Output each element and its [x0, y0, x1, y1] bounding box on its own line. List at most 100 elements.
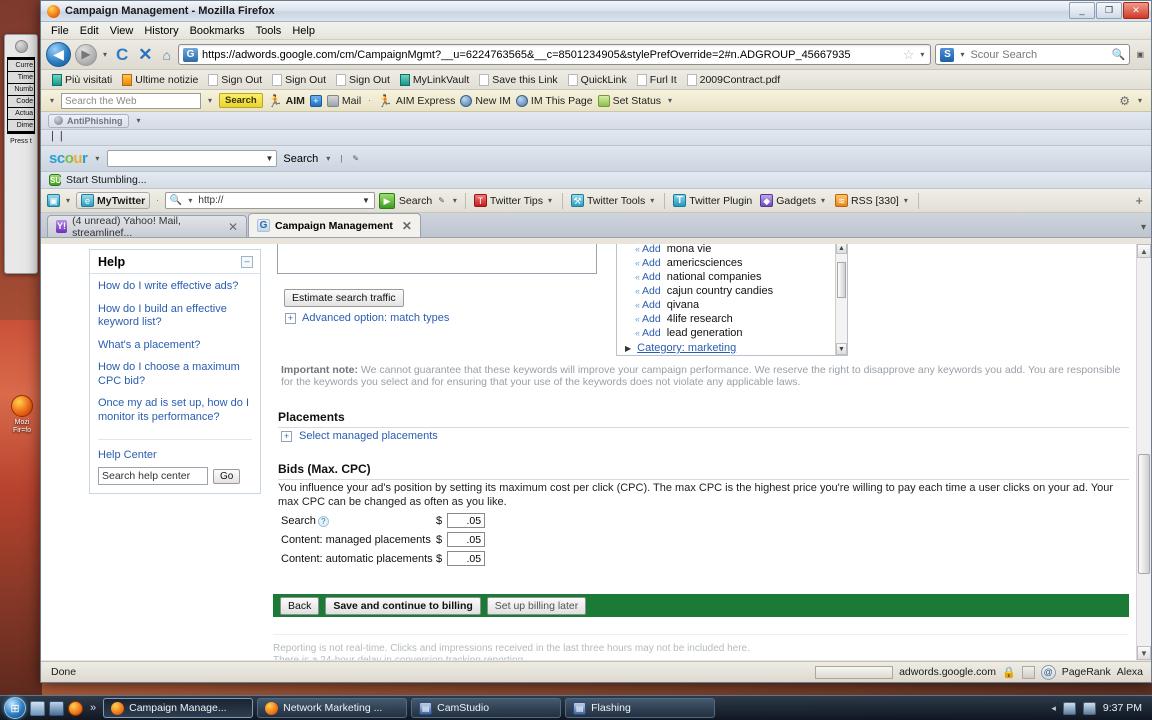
media-player-icon[interactable]	[49, 700, 64, 716]
chevron-down-icon[interactable]: ▾	[95, 154, 99, 163]
reload-icon[interactable]: C	[113, 45, 131, 65]
twitter-url-input[interactable]: 🔍 ▾ http:// ▼	[164, 192, 375, 209]
suggestion-row[interactable]: «Add national companies	[617, 270, 847, 284]
alexa-label[interactable]: Alexa	[1117, 666, 1143, 678]
pencil-icon[interactable]: ✎	[352, 154, 359, 163]
bookmark-item[interactable]: Sign Out	[204, 73, 266, 87]
twitter-tips-item[interactable]: T Twitter Tips ▾	[472, 194, 556, 207]
scroll-down-icon[interactable]: ▼	[1137, 646, 1151, 660]
maximize-button[interactable]: ❐	[1096, 2, 1122, 19]
search-icon[interactable]: 🔍	[1112, 48, 1126, 61]
scroll-up-icon[interactable]: ▲	[836, 244, 847, 254]
chevron-down-icon[interactable]: ▾	[103, 50, 107, 59]
aim-express-item[interactable]: 🏃 AIM Express	[378, 94, 455, 108]
aim-brand[interactable]: 🏃 AIM	[268, 94, 305, 108]
bookmark-item[interactable]: Più visitati	[48, 73, 116, 87]
gear-icon[interactable]: ⚙	[1119, 94, 1130, 108]
twitter-go-button[interactable]: ▶	[378, 192, 395, 209]
search-bar[interactable]: S ▾ Scour Search 🔍	[935, 44, 1131, 65]
chevron-down-icon[interactable]: ▼	[362, 196, 370, 205]
help-go-button[interactable]: Go	[213, 468, 241, 484]
menu-bookmarks[interactable]: Bookmarks	[190, 25, 245, 37]
clock[interactable]: 9:37 PM	[1103, 702, 1142, 714]
scour-search-label[interactable]: Search	[283, 153, 318, 165]
bid-input-search[interactable]	[447, 513, 486, 528]
aim-im-this-page-item[interactable]: IM This Page	[515, 94, 593, 107]
suggestions-scrollbar[interactable]: ▲ ▼	[835, 244, 847, 355]
chevron-down-icon[interactable]: ▾	[137, 116, 141, 125]
suggestion-row[interactable]: «Add americsciences	[617, 256, 847, 270]
menu-history[interactable]: History	[144, 25, 178, 37]
bookmark-item[interactable]: Save this Link	[475, 73, 561, 87]
aim-new-im-item[interactable]: New IM	[460, 94, 511, 107]
firefox-extension-icon[interactable]: ▣	[1136, 50, 1144, 59]
aim-search-button[interactable]: Search	[219, 93, 263, 108]
suggestion-category-row[interactable]: ▶ Category: marketing	[617, 340, 847, 355]
menu-file[interactable]: File	[51, 25, 69, 37]
close-icon[interactable]: ✕	[228, 220, 238, 234]
close-button[interactable]: ✕	[1123, 2, 1149, 19]
chevron-down-icon[interactable]: ▾	[208, 96, 212, 105]
save-and-continue-button[interactable]: Save and continue to billing	[325, 596, 481, 615]
scour-logo[interactable]: scour	[49, 150, 88, 167]
chevron-down-icon[interactable]: ▾	[1138, 96, 1142, 105]
bid-input-managed-placements[interactable]	[447, 532, 486, 547]
add-keyword-link[interactable]: «Add	[635, 313, 661, 325]
desktop-firefox-shortcut[interactable]: Mozi Fir=fo	[6, 395, 38, 435]
select-managed-placements-link[interactable]: Select managed placements	[299, 430, 438, 442]
suggestion-row[interactable]: «Add 4life research	[617, 312, 847, 326]
scour-select[interactable]: ▼	[107, 150, 278, 167]
advanced-option-row[interactable]: + Advanced option: match types	[285, 312, 449, 324]
bookmark-item[interactable]: Ultime notizie	[118, 73, 202, 87]
taskbar-button-camstudio[interactable]: ▤ CamStudio	[411, 698, 562, 718]
tray-chevron-icon[interactable]: ◂	[1051, 703, 1056, 714]
set-up-billing-later-button[interactable]: Set up billing later	[486, 596, 587, 615]
help-link[interactable]: How do I build an effective keyword list…	[98, 303, 252, 330]
tray-icon[interactable]	[1062, 701, 1076, 715]
stop-icon[interactable]: ✕	[135, 45, 155, 65]
pencil-icon[interactable]: ✎	[438, 196, 445, 205]
add-keyword-link[interactable]: «Add	[635, 257, 661, 269]
add-keyword-link[interactable]: «Add	[635, 299, 661, 311]
plus-icon[interactable]: +	[309, 94, 322, 107]
bookmark-item[interactable]: Sign Out	[268, 73, 330, 87]
desktop-gadget[interactable]: Curre Time Numb Code Actua Dime Press t	[4, 34, 38, 274]
start-button[interactable]: ⊞	[4, 697, 26, 719]
help-link[interactable]: How do I write effective ads?	[98, 280, 252, 294]
bookmark-item[interactable]: 2009Contract.pdf	[683, 73, 785, 87]
taskbar-button-campaign-management[interactable]: Campaign Manage...	[103, 698, 254, 718]
add-toolbar-button[interactable]: +	[1135, 193, 1151, 208]
bookmark-item[interactable]: Furl It	[633, 73, 681, 87]
add-keyword-link[interactable]: «Add	[635, 327, 661, 339]
scrollbar-thumb[interactable]	[1138, 454, 1150, 574]
twitter-search-label[interactable]: Search	[399, 195, 432, 207]
minimize-button[interactable]: _	[1069, 2, 1095, 19]
search-input[interactable]: Scour Search	[970, 49, 1107, 61]
add-keyword-link[interactable]: «Add	[635, 244, 661, 255]
chevron-down-icon[interactable]: ▾	[326, 154, 330, 163]
gadget-knob[interactable]	[14, 40, 28, 53]
tab-list-chevron-down-icon[interactable]: ▾	[1141, 222, 1146, 233]
back-icon[interactable]: ◀	[46, 42, 71, 67]
start-stumbling-label[interactable]: Start Stumbling...	[66, 174, 147, 186]
help-link[interactable]: Once my ad is set up, how do I monitor i…	[98, 397, 252, 424]
expand-icon[interactable]: +	[285, 312, 296, 324]
addon-icon[interactable]	[1021, 665, 1035, 679]
my-twitter-button[interactable]: e MyTwitter	[76, 192, 151, 209]
menu-edit[interactable]: Edit	[80, 25, 99, 37]
page-scrollbar[interactable]: ▲ ▼	[1136, 244, 1151, 660]
rss-item[interactable]: ≋ RSS [330] ▾	[833, 194, 912, 207]
help-link[interactable]: What's a placement?	[98, 339, 252, 353]
bookmark-star-icon[interactable]: ☆	[903, 47, 915, 63]
at-icon[interactable]: @	[1040, 664, 1056, 680]
forward-icon[interactable]: ▶	[75, 43, 97, 66]
pagerank-label[interactable]: PageRank	[1062, 666, 1111, 678]
scroll-down-icon[interactable]: ▼	[836, 343, 847, 355]
chevron-down-icon[interactable]: ▾	[920, 50, 924, 59]
twitter-plugin-item[interactable]: T Twitter Plugin	[671, 194, 754, 207]
firefox-icon[interactable]	[68, 700, 83, 716]
chevron-down-icon[interactable]: ▾	[453, 196, 457, 205]
select-managed-placements-row[interactable]: + Select managed placements	[281, 430, 438, 442]
help-search-input[interactable]: Search help center	[98, 467, 208, 485]
aim-set-status-item[interactable]: Set Status	[597, 94, 661, 107]
